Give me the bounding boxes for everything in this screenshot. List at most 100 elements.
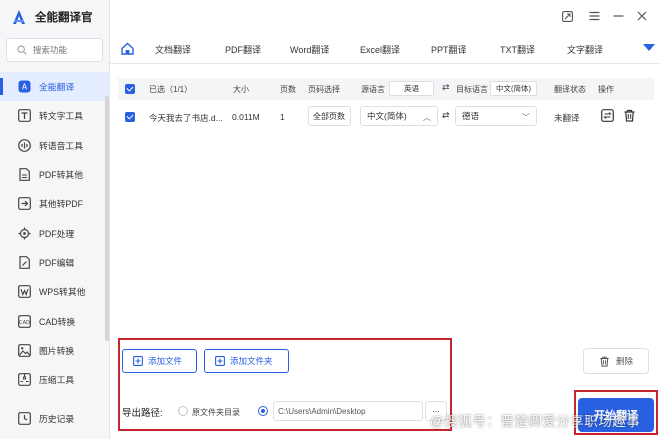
compress-icon [18, 373, 31, 387]
swap-all-icon[interactable]: ⇄ [442, 82, 450, 93]
sidebar-item-label: PDF编辑 [39, 257, 75, 268]
sidebar-item-cad[interactable]: CAD CAD转换 [0, 306, 110, 335]
file-name: 今天我去了书店.d... [149, 113, 223, 123]
sidebar-item-label: 全能翻译 [39, 82, 75, 93]
tab-pdf[interactable]: PDF翻译 [225, 43, 261, 56]
tab-document[interactable]: 文档翻译 [155, 43, 191, 56]
menu-button[interactable] [587, 9, 601, 23]
add-file-label: 添加文件 [148, 356, 183, 366]
minimize-button[interactable] [611, 9, 625, 23]
brand: 全能翻译官 [12, 8, 93, 26]
sidebar-item-label: 转语音工具 [39, 140, 83, 151]
delete-button[interactable]: 删除 [583, 348, 649, 374]
source-language-value: 中文(简体) [367, 111, 407, 121]
radio-source-folder-label: 原文件夹目录 [192, 408, 240, 417]
history-icon [18, 412, 31, 425]
sidebar-item-label: WPS转其他 [39, 287, 86, 298]
page-select-value: 全部页数 [313, 111, 345, 121]
sidebar-nav: A 全能翻译 转文字工具 转语音工具 PDF转其他 其他转PDF PDF处理 P… [0, 72, 110, 394]
pdf-edit-icon [19, 256, 30, 269]
header-page-select: 页码选择 [308, 85, 340, 94]
export-path-input[interactable] [273, 401, 423, 421]
sidebar-item-pdf-edit[interactable]: PDF编辑 [0, 248, 110, 277]
sidebar-item-wps-to-other[interactable]: WPS转其他 [0, 277, 110, 306]
sidebar-scrollbar[interactable] [105, 96, 109, 341]
header-source-language: 源语言 [361, 85, 385, 94]
trash-icon[interactable] [623, 109, 636, 122]
search-icon [17, 45, 27, 55]
tab-text[interactable]: 文字翻译 [567, 43, 603, 56]
menu-icon [589, 11, 599, 21]
sidebar-item-voice-tools[interactable]: 转语音工具 [0, 131, 110, 160]
target-language-select[interactable]: 德语 ﹀ [455, 106, 537, 126]
tab-ppt[interactable]: PPT翻译 [431, 43, 467, 56]
header-status: 翻译状态 [554, 85, 586, 94]
restore-icon [561, 10, 573, 22]
app-title: 全能翻译官 [35, 12, 93, 24]
restore-window-button[interactable] [560, 9, 574, 23]
chevron-up-icon: ︿ [423, 113, 431, 122]
tab-txt[interactable]: TXT翻译 [500, 43, 535, 56]
pdf-process-icon [18, 227, 31, 240]
add-file-button[interactable]: 添加文件 [122, 349, 197, 373]
add-folder-button[interactable]: 添加文件夹 [204, 349, 289, 373]
radio-source-folder[interactable] [178, 406, 188, 416]
wps-convert-icon [18, 285, 31, 299]
image-convert-icon [18, 343, 31, 357]
page-select-dropdown[interactable]: 全部页数 [308, 106, 351, 126]
app-logo-icon [13, 10, 25, 24]
trash-icon [600, 356, 609, 367]
sidebar-item-label: 图片转换 [39, 345, 75, 356]
sidebar-item-label: PDF处理 [39, 228, 75, 239]
source-language-select[interactable]: 中文(简体) ︿ [360, 106, 438, 126]
sidebar-item-label: 其他转PDF [39, 199, 83, 210]
sidebar-item-image-convert[interactable]: 图片转换 [0, 336, 110, 365]
svg-text:CAD: CAD [19, 320, 30, 326]
sidebar-item-history[interactable]: 历史记录 [18, 412, 74, 425]
sidebar-item-translate[interactable]: A 全能翻译 [0, 72, 110, 102]
chevron-down-icon: ﹀ [522, 113, 530, 122]
search-box[interactable] [6, 38, 103, 62]
select-all-checkbox[interactable] [125, 84, 135, 94]
add-folder-label: 添加文件夹 [230, 356, 273, 366]
sidebar-item-pdf-to-other[interactable]: PDF转其他 [0, 160, 110, 189]
voice-icon [18, 138, 31, 152]
file-size: 0.011M [232, 112, 260, 122]
sidebar-item-compress[interactable]: 压缩工具 [0, 365, 110, 394]
convert-icon[interactable] [601, 109, 614, 122]
sidebar-item-other-to-pdf[interactable]: 其他转PDF [0, 189, 110, 218]
radio-custom-path[interactable] [258, 406, 268, 416]
cad-icon: CAD [18, 314, 31, 328]
translation-status: 未翻译 [554, 113, 580, 123]
table-row[interactable]: 今天我去了书店.d... 0.011M 1 全部页数 中文(简体) ︿ ⇄ 德语… [118, 104, 654, 130]
search-input[interactable] [33, 45, 93, 55]
tab-bar: 文档翻译 PDF翻译 Word翻译 Excel翻译 PPT翻译 TXT翻译 文字… [110, 34, 660, 64]
sidebar-item-text-tools[interactable]: 转文字工具 [0, 101, 110, 130]
header-size: 大小 [233, 85, 249, 94]
header-target-language: 目标语言 [456, 85, 488, 94]
pdf-convert-icon [19, 168, 30, 181]
home-icon[interactable] [121, 42, 134, 55]
header-action: 操作 [598, 85, 614, 94]
sidebar-item-pdf-process[interactable]: PDF处理 [0, 218, 110, 247]
sidebar-item-label: CAD转换 [39, 316, 76, 327]
translate-icon: A [18, 80, 31, 93]
plus-icon [133, 356, 143, 366]
to-pdf-icon [18, 197, 31, 211]
tab-word[interactable]: Word翻译 [290, 43, 329, 56]
tabs-more-arrow-icon[interactable] [643, 44, 655, 51]
tab-excel[interactable]: Excel翻译 [360, 43, 400, 56]
swap-language-icon[interactable]: ⇄ [442, 110, 450, 121]
export-path-label: 导出路径: [122, 408, 163, 419]
row-checkbox[interactable] [125, 112, 135, 122]
sidebar-item-label: 转文字工具 [39, 111, 83, 122]
target-language-all-select[interactable]: 中文(简体) [490, 81, 537, 96]
svg-text:A: A [22, 83, 28, 92]
source-language-all-select[interactable]: 英语 [389, 81, 434, 96]
text-convert-icon [18, 109, 31, 123]
minimize-icon [613, 15, 623, 17]
close-button[interactable] [635, 9, 649, 23]
header-pages: 页数 [280, 85, 296, 94]
watermark: @搜狐号：晋楚卿爱分享职场趣事 [430, 414, 641, 429]
sidebar-item-label: PDF转其他 [39, 170, 83, 181]
